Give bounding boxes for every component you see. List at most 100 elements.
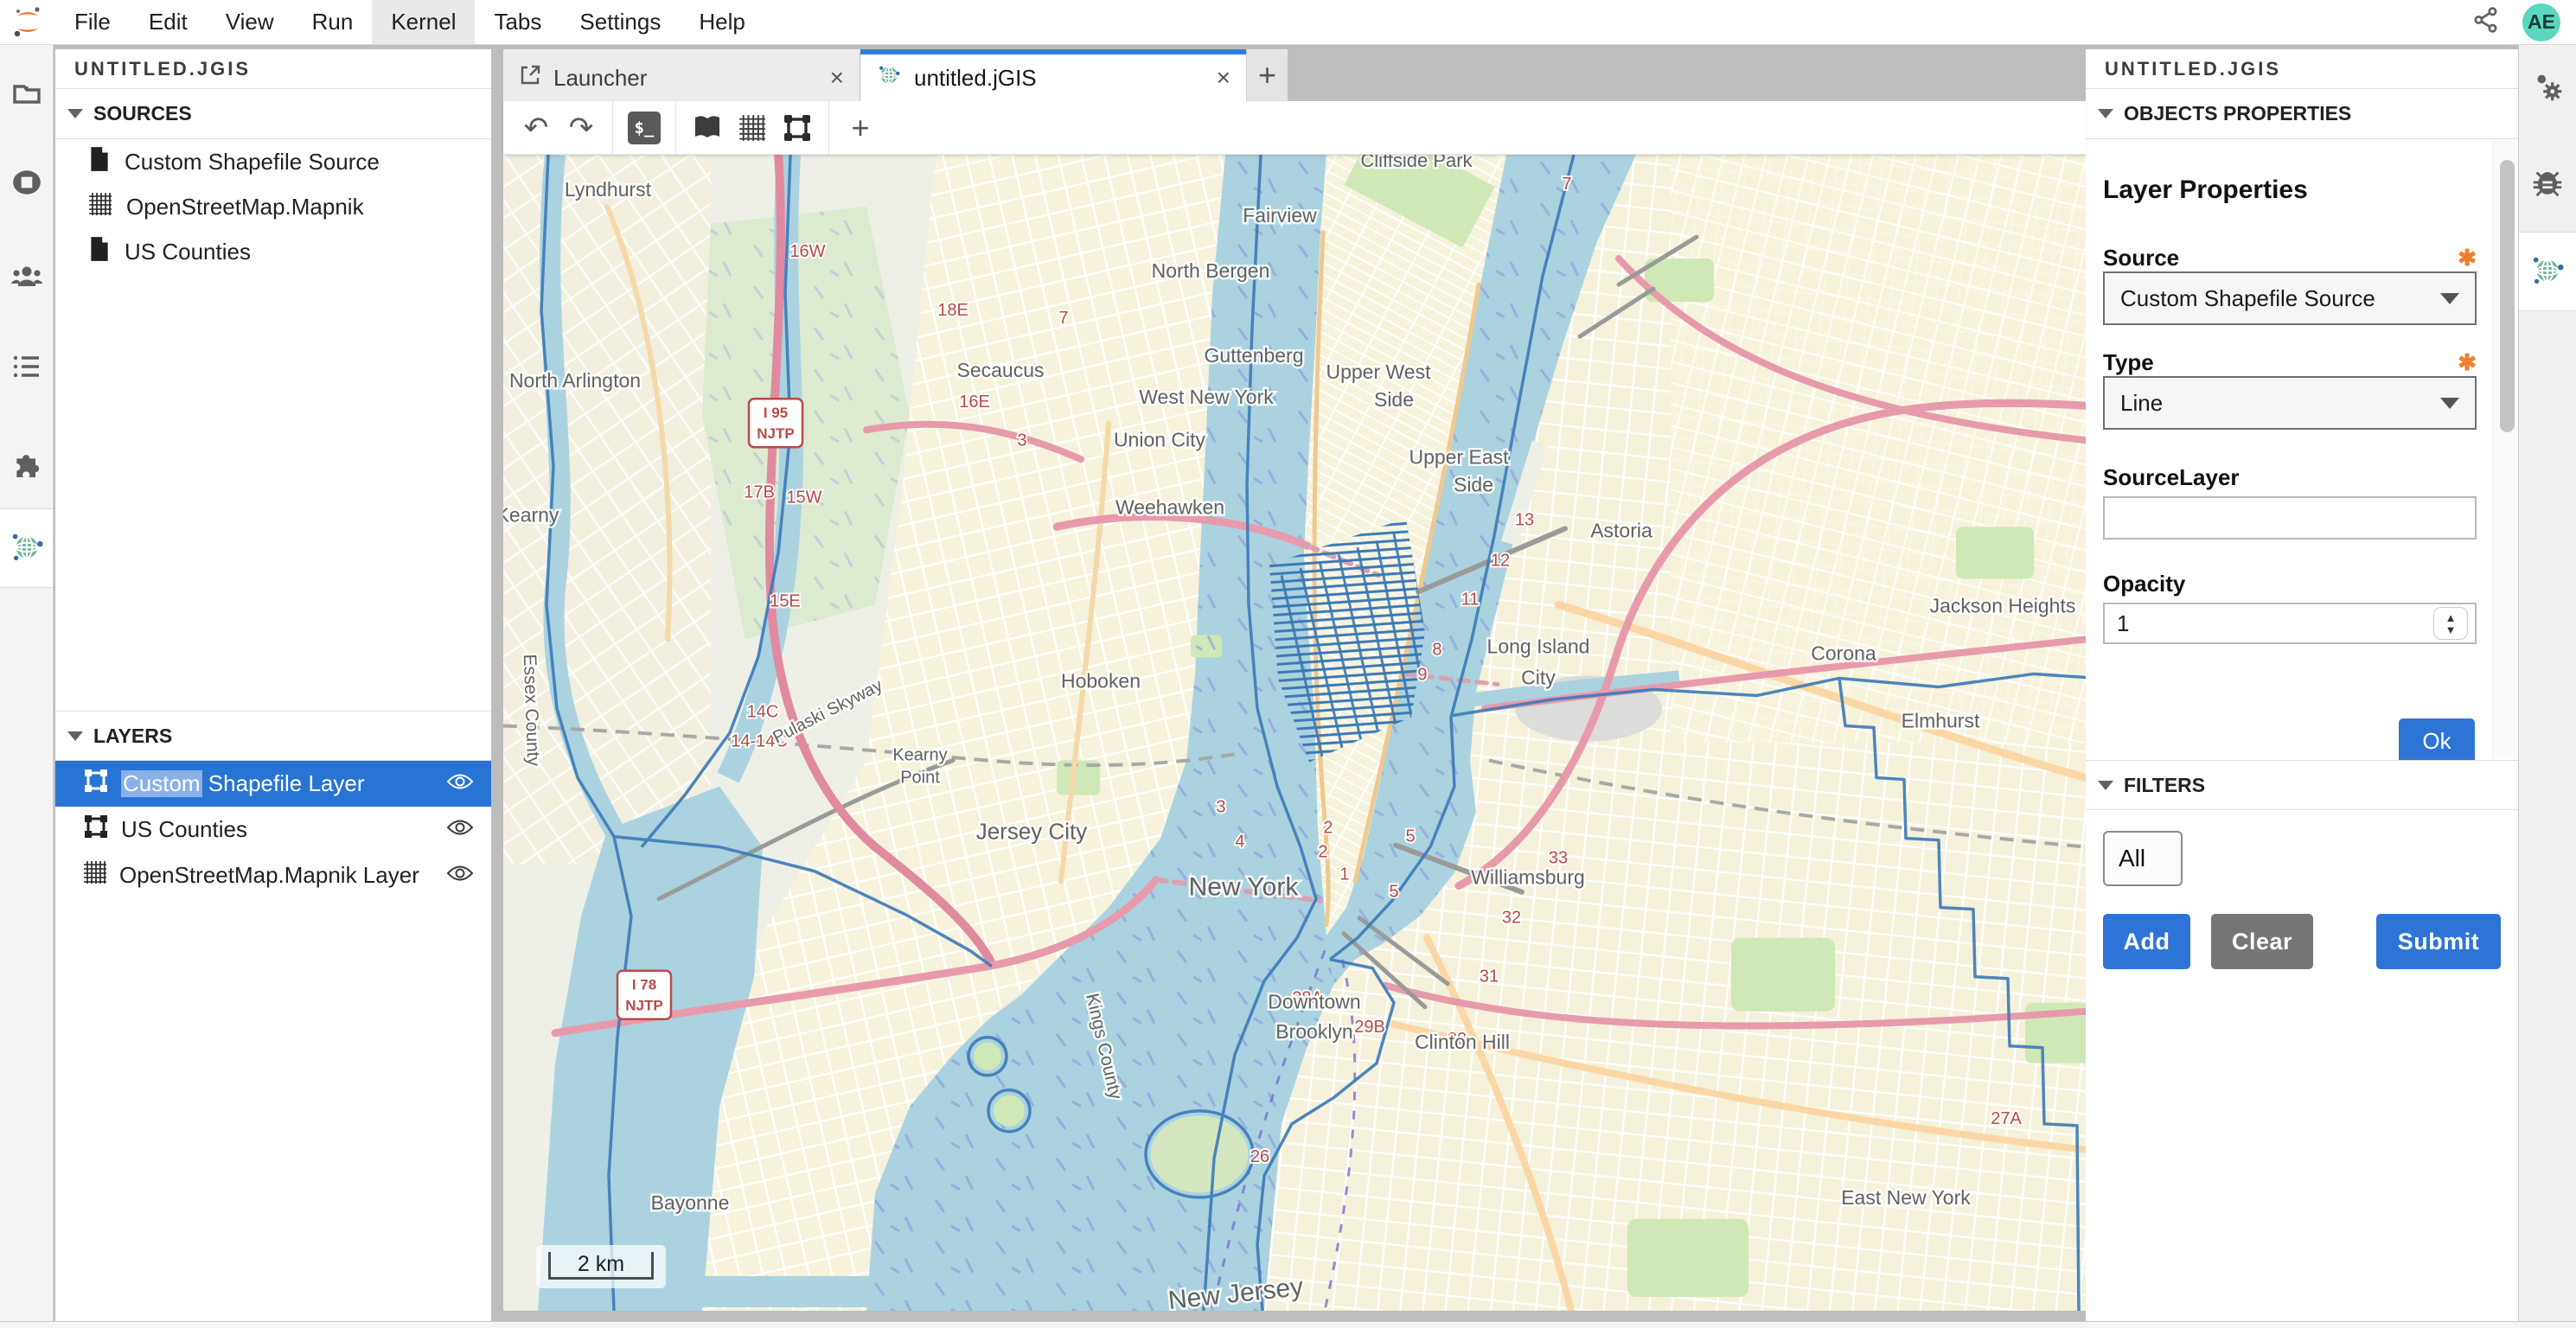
source-item-osm-mapnik[interactable]: OpenStreetMap.Mapnik xyxy=(55,184,491,229)
source-select[interactable]: Custom Shapefile Source xyxy=(2103,271,2477,325)
collapse-caret-icon xyxy=(67,109,83,118)
map-place-label: Corona xyxy=(1811,642,1876,664)
table-of-contents-icon[interactable] xyxy=(0,351,53,382)
map-place-label: Elmhurst xyxy=(1902,709,1980,731)
road-ref-label: 16W xyxy=(789,242,825,261)
road-ref-label: 2 xyxy=(1318,843,1327,862)
visibility-eye-icon[interactable] xyxy=(446,816,474,843)
map-place-label: North Bergen xyxy=(1152,259,1270,282)
tab-untitled-jgis[interactable]: untitled.jGIS × xyxy=(860,49,1246,101)
share-icon[interactable] xyxy=(2472,6,2500,38)
chevron-down-icon xyxy=(2440,293,2459,304)
toolbar-add-button[interactable]: + xyxy=(838,105,883,150)
objects-properties-header[interactable]: OBJECTS PROPERTIES xyxy=(2086,89,2518,139)
road-ref-label: 26 xyxy=(1250,1147,1269,1166)
road-ref-label: 15E xyxy=(770,591,801,610)
required-asterisk: ✱ xyxy=(2458,349,2477,376)
identify-book-button[interactable] xyxy=(685,105,730,150)
osm-basemap: I 95NJTPI 78NJTP 16W18E16E7317B15W15E14C… xyxy=(503,155,2086,1311)
road-ref-label: 13 xyxy=(1515,510,1534,529)
menu-kernel[interactable]: Kernel xyxy=(372,0,475,44)
menu-run[interactable]: Run xyxy=(293,0,373,44)
menu-help[interactable]: Help xyxy=(680,0,764,44)
road-ref-label: 31 xyxy=(1480,967,1499,986)
sources-section-header[interactable]: SOURCES xyxy=(55,89,491,139)
opacity-field-label: Opacity xyxy=(2103,571,2185,597)
ok-button[interactable]: Ok xyxy=(2399,718,2475,760)
type-field-label: Type xyxy=(2103,349,2154,376)
layer-item-osm-mapnik[interactable]: OpenStreetMap.Mapnik Layer xyxy=(55,852,491,898)
collapse-caret-icon xyxy=(2098,109,2113,118)
file-browser-icon[interactable] xyxy=(0,78,53,109)
map-place-label: Fairview xyxy=(1243,204,1317,227)
right-sidebar-panel: UNTITLED.JGIS OBJECTS PROPERTIES Layer P… xyxy=(2086,49,2518,1321)
chevron-down-icon xyxy=(2440,398,2459,409)
map-place-label: Secaucus xyxy=(957,359,1045,381)
road-ref-label: 3 xyxy=(1216,798,1225,817)
road-ref-label: 15W xyxy=(786,488,821,507)
running-kernels-icon[interactable] xyxy=(0,166,53,199)
sourcelayer-input[interactable] xyxy=(2103,496,2477,540)
map-place-label: North Arlington xyxy=(509,369,641,392)
right-panel-scrollbar-thumb[interactable] xyxy=(2500,160,2515,432)
source-item-custom-shapefile[interactable]: Custom Shapefile Source xyxy=(55,139,491,184)
vector-layer-icon xyxy=(83,814,109,846)
submit-filters-button[interactable]: Submit xyxy=(2376,914,2501,969)
form-title: Layer Properties xyxy=(2103,176,2477,205)
visibility-eye-icon[interactable] xyxy=(446,770,474,797)
collaborators-icon[interactable] xyxy=(0,259,53,294)
terminal-icon: $_ xyxy=(628,112,661,144)
menu-view[interactable]: View xyxy=(207,0,293,44)
menu-settings[interactable]: Settings xyxy=(560,0,680,44)
type-select[interactable]: Line xyxy=(2103,376,2477,430)
new-tab-button[interactable]: + xyxy=(1246,49,1288,101)
add-vector-button[interactable] xyxy=(775,105,820,150)
user-avatar[interactable]: AE xyxy=(2522,3,2560,42)
jgis-globe-icon[interactable] xyxy=(0,529,53,565)
map-canvas[interactable]: I 95NJTPI 78NJTP 16W18E16E7317B15W15E14C… xyxy=(503,155,2086,1311)
menu-edit[interactable]: Edit xyxy=(130,0,207,44)
road-ref-label: 1 xyxy=(1339,865,1349,884)
console-button[interactable]: $_ xyxy=(622,105,667,150)
debugger-bug-icon[interactable] xyxy=(2519,163,2576,199)
tab-bar: Launcher × untitled.jGIS × xyxy=(503,49,2086,101)
vector-layer-icon xyxy=(83,768,109,800)
road-ref-label: 17B xyxy=(744,482,775,501)
layer-properties-form: Layer Properties Source ✱ Custom Shapefi… xyxy=(2086,139,2518,760)
route-shield: I 78NJTP xyxy=(617,971,671,1019)
map-place-label: Lyndhurst xyxy=(565,178,652,201)
file-icon xyxy=(88,146,111,178)
map-place-label: Upper East xyxy=(1409,445,1509,468)
visibility-eye-icon[interactable] xyxy=(446,862,474,889)
map-place-label: Side xyxy=(1454,473,1493,495)
menu-file[interactable]: File xyxy=(55,0,130,44)
redo-button[interactable]: ↷ xyxy=(559,105,604,150)
source-item-us-counties[interactable]: US Counties xyxy=(55,229,491,274)
layers-section-header[interactable]: LAYERS xyxy=(55,711,491,761)
menu-tabs[interactable]: Tabs xyxy=(475,0,560,44)
map-place-label: Hoboken xyxy=(1061,669,1141,692)
extension-manager-icon[interactable] xyxy=(0,443,53,477)
filters-section-header[interactable]: FILTERS xyxy=(2086,760,2518,810)
number-stepper[interactable]: ▲▼ xyxy=(2433,607,2468,640)
close-tab-icon[interactable]: × xyxy=(830,66,844,90)
road-ref-label: 7 xyxy=(1562,175,1571,194)
tab-launcher[interactable]: Launcher × xyxy=(503,49,860,101)
clear-filters-button[interactable]: Clear xyxy=(2211,914,2313,969)
main-area: Launcher × untitled.jGIS × xyxy=(503,49,2086,1311)
road-ref-label: 8 xyxy=(1432,640,1441,659)
layer-item-custom-shapefile[interactable]: Custom Shapefile Layer xyxy=(55,761,491,807)
opacity-input[interactable]: 1 ▲▼ xyxy=(2103,603,2477,644)
map-place-label: City xyxy=(1521,666,1556,688)
property-inspector-icon[interactable] xyxy=(2519,69,2576,105)
status-bar xyxy=(0,1321,2576,1328)
jgis-globe-icon[interactable] xyxy=(2519,252,2576,289)
road-ref-label: 3 xyxy=(1017,431,1026,450)
add-raster-grid-button[interactable] xyxy=(730,105,775,150)
close-tab-icon[interactable]: × xyxy=(1217,66,1230,90)
road-ref-label: 29B xyxy=(1354,1018,1385,1037)
undo-button[interactable]: ↶ xyxy=(514,105,559,150)
layer-item-us-counties[interactable]: US Counties xyxy=(55,807,491,852)
add-filter-button[interactable]: Add xyxy=(2103,914,2190,969)
filter-logic-select[interactable]: All xyxy=(2103,831,2183,886)
